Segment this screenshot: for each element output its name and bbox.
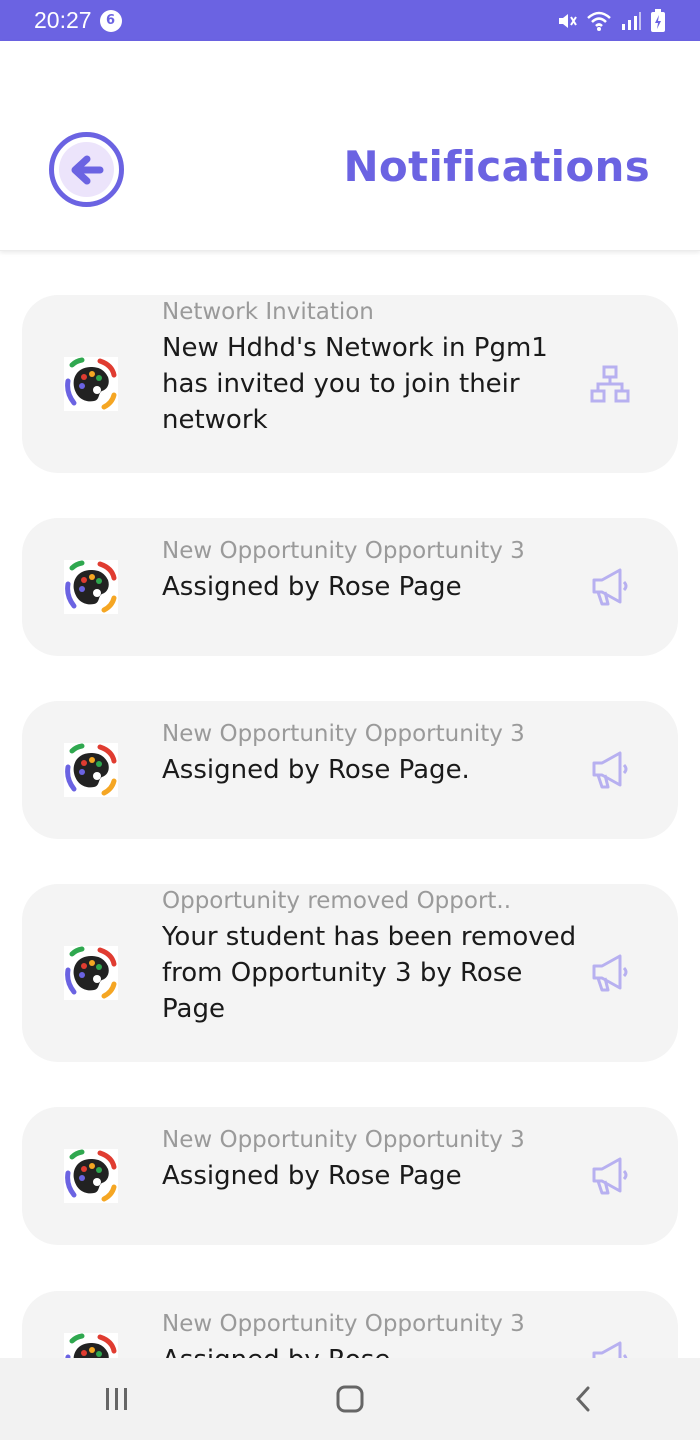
notification-card[interactable]: Network Invitation New Hdhd's Network in…	[22, 295, 678, 473]
megaphone-icon	[592, 954, 628, 992]
notification-card[interactable]: New Opportunity Opportunity 3 Assigned b…	[22, 518, 678, 656]
notification-message: Assigned by Rose	[162, 1342, 582, 1358]
notification-card[interactable]: Opportunity removed Opport.. Your studen…	[22, 884, 678, 1062]
notification-category: New Opportunity Opportunity 3	[162, 1127, 525, 1153]
notification-category: New Opportunity Opportunity 3	[162, 538, 525, 564]
status-icons	[556, 8, 666, 33]
megaphone-icon	[592, 1341, 628, 1358]
arrow-left-icon	[71, 155, 103, 184]
recents-icon	[105, 1388, 127, 1410]
status-time: 20:27	[34, 7, 92, 33]
battery-icon	[651, 8, 665, 32]
signal-icon	[622, 11, 641, 30]
palette-avatar-icon	[64, 743, 118, 797]
notification-message: Assigned by Rose Page.	[162, 755, 470, 785]
mute-icon	[559, 13, 577, 28]
home-icon	[336, 1385, 364, 1413]
system-nav-bar	[0, 1358, 700, 1440]
palette-avatar-icon	[64, 357, 118, 411]
notification-list[interactable]: Network Invitation New Hdhd's Network in…	[0, 251, 700, 1358]
header: Notifications	[0, 41, 700, 251]
palette-avatar-icon	[64, 1149, 118, 1203]
notification-category: New Opportunity Opportunity 3	[162, 1311, 525, 1337]
notification-message: Assigned by Rose Page	[162, 572, 462, 602]
notification-count-badge: 6	[99, 9, 122, 32]
back-button[interactable]	[49, 132, 124, 207]
notification-card[interactable]: New Opportunity Opportunity 3 Assigned b…	[22, 1291, 678, 1358]
palette-avatar-icon	[64, 1333, 118, 1358]
back-icon	[576, 1386, 590, 1412]
notification-message: New Hdhd's Network in Pgm1 has invited y…	[162, 333, 548, 435]
home-button[interactable]	[310, 1369, 390, 1429]
notification-card[interactable]: New Opportunity Opportunity 3 Assigned b…	[22, 701, 678, 839]
system-back-button[interactable]	[543, 1369, 623, 1429]
notification-message: Your student has been removed from Oppor…	[162, 922, 577, 1024]
recents-button[interactable]	[77, 1369, 157, 1429]
megaphone-icon	[592, 1157, 628, 1195]
palette-avatar-icon	[64, 946, 118, 1000]
palette-avatar-icon	[64, 560, 118, 614]
page-title: Notifications	[343, 142, 650, 191]
notification-card[interactable]: New Opportunity Opportunity 3 Assigned b…	[22, 1107, 678, 1245]
status-bar: 20:27 6	[0, 0, 700, 41]
megaphone-icon	[592, 568, 628, 606]
notification-category: New Opportunity Opportunity 3	[162, 721, 525, 747]
notification-category: Network Invitation	[162, 299, 374, 325]
network-icon	[590, 365, 630, 403]
notification-message: Assigned by Rose Page	[162, 1161, 462, 1191]
megaphone-icon	[592, 751, 628, 789]
notification-category: Opportunity removed Opport..	[162, 888, 512, 914]
wifi-icon	[587, 11, 611, 31]
